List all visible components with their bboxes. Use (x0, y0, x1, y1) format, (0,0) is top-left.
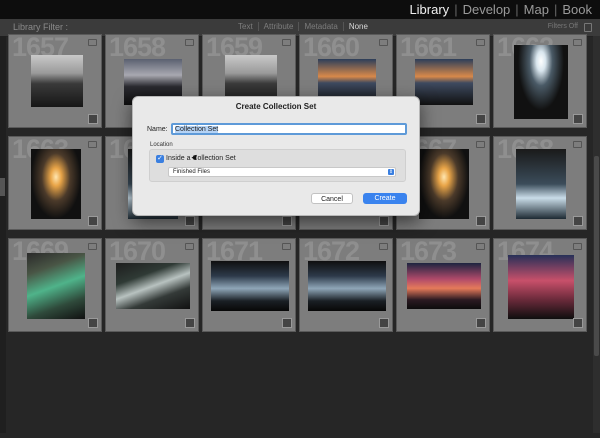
flag-icon[interactable] (573, 243, 582, 250)
thumbnail-image[interactable] (415, 59, 473, 105)
parent-set-value: Finished Files (173, 169, 211, 175)
grid-cell[interactable]: 1673 (396, 238, 490, 332)
flag-icon[interactable] (476, 243, 485, 250)
scrollbar-thumb[interactable] (594, 156, 599, 356)
flag-icon[interactable] (282, 39, 291, 46)
grid-cell[interactable]: 1671 (202, 238, 296, 332)
cancel-button[interactable]: Cancel (311, 193, 353, 204)
grid-cell[interactable]: 1669 (8, 238, 102, 332)
filter-options: Text Attribute Metadata None (233, 22, 373, 31)
grid-cell[interactable]: 1657 (8, 34, 102, 128)
module-map[interactable]: Map (520, 2, 553, 17)
edited-badge-icon (573, 114, 583, 124)
thumbnail-image[interactable] (211, 261, 289, 311)
grid-cell[interactable]: 1662 (493, 34, 587, 128)
flag-icon[interactable] (88, 39, 97, 46)
grid-cell[interactable]: 1668 (493, 136, 587, 230)
flag-icon[interactable] (88, 243, 97, 250)
flag-icon[interactable] (282, 243, 291, 250)
flag-icon[interactable] (185, 39, 194, 46)
inside-collection-set-label[interactable]: Inside a Collection Set (166, 155, 236, 162)
flag-icon[interactable] (379, 39, 388, 46)
inside-collection-set-checkbox[interactable]: ✓ (156, 155, 164, 163)
edited-badge-icon (185, 318, 195, 328)
filter-text[interactable]: Text (233, 22, 258, 31)
thumbnail-image[interactable] (407, 263, 481, 309)
location-group: ✓ Inside a Collection Set Finished Files… (149, 149, 406, 182)
edited-badge-icon (476, 216, 486, 226)
grid-cell[interactable]: 1670 (105, 238, 199, 332)
flag-icon[interactable] (476, 141, 485, 148)
edited-badge-icon (282, 318, 292, 328)
flag-icon[interactable] (573, 141, 582, 148)
filter-metadata[interactable]: Metadata (298, 22, 342, 31)
grid-scrollbar[interactable] (593, 36, 600, 433)
filter-none[interactable]: None (342, 22, 373, 31)
flag-icon[interactable] (88, 141, 97, 148)
edited-badge-icon (88, 114, 98, 124)
thumbnail-image[interactable] (419, 149, 469, 219)
flag-icon[interactable] (573, 39, 582, 46)
chevron-updown-icon: ⇕ (388, 169, 394, 175)
grid-cell[interactable]: 1672 (299, 238, 393, 332)
edited-badge-icon (88, 318, 98, 328)
edited-badge-icon (379, 318, 389, 328)
create-collection-set-dialog: Create Collection Set Name: Collection S… (132, 96, 420, 216)
name-label: Name: (147, 126, 168, 133)
location-label: Location (150, 142, 173, 148)
library-filter-label: Library Filter : (13, 22, 69, 32)
thumbnail-image[interactable] (308, 261, 386, 311)
name-input[interactable]: Collection Set (171, 123, 407, 135)
flag-icon[interactable] (185, 243, 194, 250)
edited-badge-icon (282, 216, 292, 226)
left-panel-edge (0, 36, 6, 433)
edited-badge-icon (88, 216, 98, 226)
dialog-title: Create Collection Set (235, 102, 317, 111)
parent-set-dropdown[interactable]: Finished Files ⇕ (168, 167, 396, 177)
thumbnail-image[interactable] (514, 45, 568, 119)
edited-badge-icon (573, 318, 583, 328)
thumbnail-image[interactable] (116, 263, 190, 309)
edited-badge-icon (185, 216, 195, 226)
module-bar: Library | Develop | Map | Book (0, 0, 600, 19)
lock-icon[interactable] (584, 23, 592, 32)
module-book[interactable]: Book (558, 2, 596, 17)
edited-badge-icon (573, 216, 583, 226)
grid-cell[interactable]: 1663 (8, 136, 102, 230)
edited-badge-icon (476, 114, 486, 124)
grid-cell[interactable]: 1674 (493, 238, 587, 332)
flag-icon[interactable] (476, 39, 485, 46)
left-panel-toggle[interactable] (0, 178, 5, 196)
flag-icon[interactable] (379, 243, 388, 250)
filters-status[interactable]: Filters Off (548, 23, 578, 30)
edited-badge-icon (476, 318, 486, 328)
create-button[interactable]: Create (363, 193, 407, 204)
module-library[interactable]: Library (405, 2, 453, 17)
edited-badge-icon (379, 216, 389, 226)
thumbnail-image[interactable] (31, 149, 81, 219)
module-develop[interactable]: Develop (459, 2, 515, 17)
thumbnail-image[interactable] (508, 255, 574, 319)
filter-attribute[interactable]: Attribute (257, 22, 299, 31)
thumbnail-image[interactable] (27, 253, 85, 319)
thumbnail-image[interactable] (516, 149, 566, 219)
name-value: Collection Set (175, 126, 219, 133)
thumbnail-image[interactable] (31, 55, 83, 107)
module-picker: Library | Develop | Map | Book (405, 0, 596, 19)
